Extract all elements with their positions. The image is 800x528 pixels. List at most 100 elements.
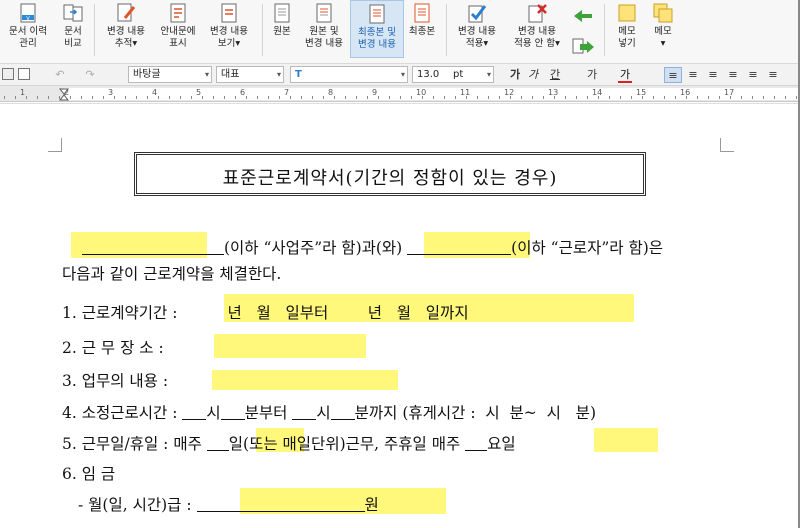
ruler-tick <box>301 96 302 99</box>
guide-text-icon <box>170 3 186 23</box>
ruler-tick <box>235 96 236 99</box>
ribbon-separator <box>262 4 263 56</box>
ruler-tick <box>290 96 291 99</box>
holiday-day-blank[interactable] <box>465 435 488 451</box>
indent-marker-icon[interactable] <box>59 88 69 101</box>
format-toolbar: ↶ ↷ 바탕글 ▾ 대표 ▾ T ▾ 13.0 pt ▾ 가 가 간 가 가 ≡ ≡ ≡ … <box>0 64 800 86</box>
document-title: 표준근로계약서(기간의 정함이 있는 경우) <box>222 168 558 189</box>
guide-text-button[interactable]: 안내문에 표시 <box>154 0 202 58</box>
ruler-number: 8 <box>328 88 334 97</box>
ruler-number: 7 <box>284 88 290 97</box>
reject-changes-button[interactable]: 변경 내용 적용 안 함▾ <box>506 0 568 58</box>
align-left-icon[interactable]: ≡ <box>684 67 702 83</box>
ruler-tick <box>378 96 379 99</box>
font-color-button[interactable]: 가 <box>618 67 632 83</box>
employee-blank[interactable] <box>407 239 512 255</box>
ruler-number: 1 <box>20 88 26 97</box>
ruler-tick <box>37 96 38 99</box>
start-minute-blank[interactable] <box>220 404 245 420</box>
ruler-number: 5 <box>196 88 202 97</box>
style-select[interactable]: 바탕글 ▾ <box>128 66 212 83</box>
ruler-tick <box>147 96 148 99</box>
font-size-input[interactable]: 13.0 pt ▾ <box>412 66 494 83</box>
ruler-tick <box>521 96 522 99</box>
ruler-tick <box>675 96 676 99</box>
preview-icon[interactable] <box>18 68 30 80</box>
track-changes-button[interactable]: 변경 내용 추적▾ <box>98 0 154 58</box>
ruler-tick <box>455 96 456 99</box>
view-changes-button[interactable]: 변경 내용 보기▾ <box>202 0 256 58</box>
align-center-icon[interactable]: ≡ <box>704 67 722 83</box>
insert-memo-button[interactable]: 메모 넣기 <box>608 0 646 58</box>
italic-button[interactable]: 가 <box>526 67 540 83</box>
employer-blank[interactable] <box>82 239 224 255</box>
redo-icon[interactable]: ↷ <box>80 67 100 83</box>
ruler-number: 3 <box>108 88 114 97</box>
final-and-changes-button[interactable]: 최종본 및 변경 내용 <box>350 0 404 58</box>
end-minute-blank[interactable] <box>330 404 355 420</box>
chevron-down-icon: ▾ <box>276 70 281 79</box>
start-hour-blank[interactable] <box>182 404 207 420</box>
bold-button[interactable]: 가 <box>508 67 522 83</box>
weekly-holiday-highlight <box>594 428 658 452</box>
underline-button[interactable]: 간 <box>546 67 564 83</box>
memo-button[interactable]: 메모 ▾ <box>646 0 680 58</box>
margin-corner-mark <box>48 138 62 152</box>
ruler-tick <box>202 96 203 99</box>
ruler-tick <box>268 96 269 99</box>
memo-icon <box>618 4 636 22</box>
next-change-arrow-icon[interactable] <box>572 38 596 56</box>
final-button[interactable]: 최종본 <box>404 0 440 58</box>
monthly-wage-blank[interactable] <box>196 496 365 512</box>
original-button[interactable]: 원본 <box>266 0 298 58</box>
align-justify-icon[interactable]: ≡ <box>664 67 682 83</box>
ribbon-separator <box>94 4 95 56</box>
ruler-tick <box>565 96 566 99</box>
align-distribute-icon[interactable]: ≡ <box>744 67 762 83</box>
doc-compare-button[interactable]: 문서 비교 <box>56 0 90 58</box>
original-changes-icon <box>316 3 332 23</box>
ruler-tick <box>708 96 709 99</box>
end-hour-blank[interactable] <box>292 404 317 420</box>
font-select[interactable]: T ▾ <box>290 66 408 83</box>
contract-period-value[interactable]: 년 월 일부터 년 월 일까지 <box>227 304 468 322</box>
item-job-description: 3. 업무의 내용 : <box>62 372 169 390</box>
ruler-tick <box>642 96 643 99</box>
ruler-tick <box>576 96 577 99</box>
work-place-field[interactable] <box>214 334 366 358</box>
ruler-tick <box>191 96 192 99</box>
intro-line-2: 다음과 같이 근로계약을 체결한다. <box>62 265 282 283</box>
ruler-tick <box>345 96 346 99</box>
prev-change-arrow-icon[interactable] <box>572 8 594 24</box>
ruler-tick <box>477 96 478 99</box>
doc-compare-icon <box>63 4 83 22</box>
doc-history-button[interactable]: V 문서 이력 관리 <box>2 0 54 58</box>
ruler-tick <box>433 96 434 99</box>
doc-history-icon: V <box>20 3 36 23</box>
ruler-tick <box>774 96 775 99</box>
align-divide-icon[interactable]: ≡ <box>764 67 782 83</box>
ruler-tick <box>224 96 225 99</box>
margin-corner-mark <box>720 138 734 152</box>
original-and-changes-button[interactable]: 원본 및 변경 내용 <box>298 0 350 58</box>
ruler-tick <box>103 96 104 99</box>
horizontal-ruler[interactable]: 1 2 3 4 5 6 7 8 9 10 11 12 13 14 15 16 17 <box>0 86 800 102</box>
ruler-tick <box>48 96 49 99</box>
strike-button[interactable]: 가 <box>584 67 600 83</box>
apply-changes-button[interactable]: 변경 내용 적용▾ <box>450 0 504 58</box>
print-icon[interactable] <box>2 68 14 80</box>
ruler-tick <box>499 96 500 99</box>
language-select[interactable]: 대표 ▾ <box>216 66 284 83</box>
workdays-blank[interactable] <box>206 435 229 451</box>
align-right-icon[interactable]: ≡ <box>724 67 742 83</box>
document-page[interactable]: 표준근로계약서(기간의 정함이 있는 경우) (이하 “사업주”라 함)과(와)… <box>0 103 800 528</box>
ruler-tick <box>510 96 511 99</box>
undo-icon[interactable]: ↶ <box>50 67 70 83</box>
job-description-field[interactable] <box>212 370 398 390</box>
ruler-tick <box>70 96 71 99</box>
document-title-box: 표준근로계약서(기간의 정함이 있는 경우) <box>134 152 646 196</box>
ruler-tick <box>554 96 555 99</box>
memo-stack-icon <box>653 3 673 23</box>
ruler-tick <box>15 96 16 99</box>
ruler-number: 4 <box>152 88 158 97</box>
